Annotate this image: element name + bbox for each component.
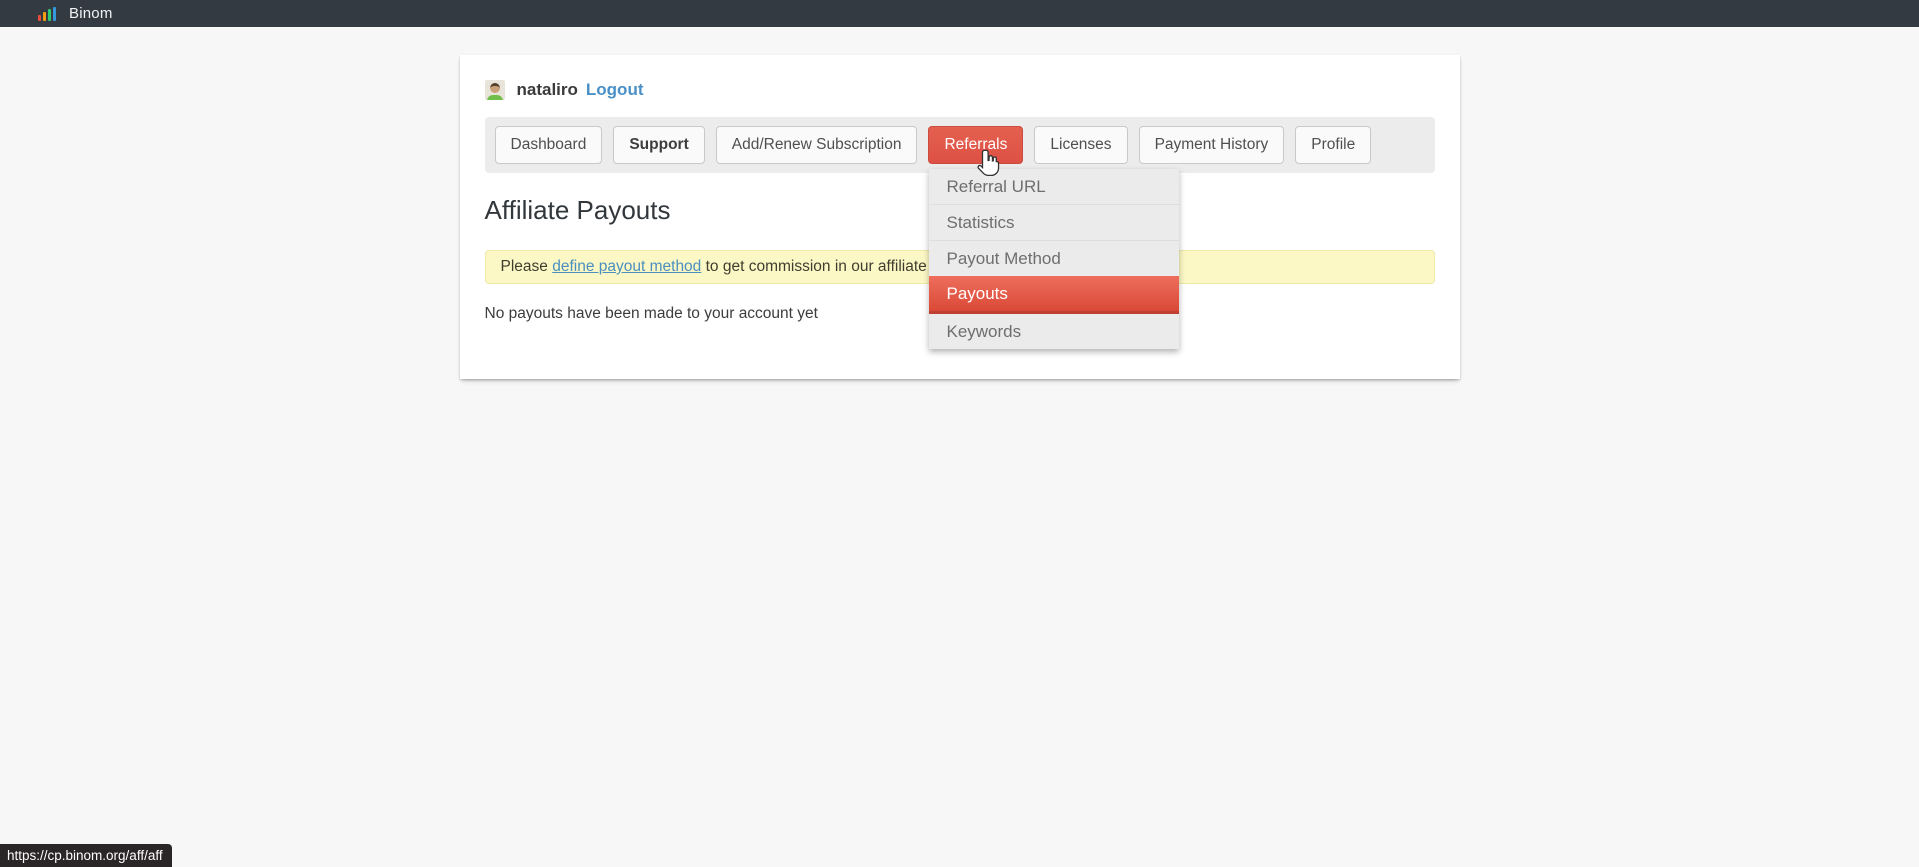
- logo-bar-orange: [43, 12, 46, 21]
- avatar: [485, 80, 505, 100]
- avatar-body: [487, 95, 503, 100]
- logo-bar-blue: [53, 7, 56, 21]
- user-row: nataliro Logout: [485, 79, 1435, 101]
- notice-prefix: Please: [501, 258, 548, 275]
- username: nataliro: [517, 80, 578, 100]
- tab-payment-history[interactable]: Payment History: [1139, 126, 1285, 164]
- tab-support[interactable]: Support: [613, 126, 704, 164]
- main-card: nataliro Logout Dashboard Support Add/Re…: [460, 55, 1460, 379]
- referrals-dropdown-menu: Referral URL Statistics Payout Method Pa…: [929, 169, 1179, 349]
- tab-add-renew-subscription[interactable]: Add/Renew Subscription: [716, 126, 918, 164]
- tab-licenses[interactable]: Licenses: [1034, 126, 1127, 164]
- topbar: Binom: [0, 0, 1919, 27]
- logo-bar-red: [38, 15, 41, 21]
- tab-referrals-label: Referrals: [944, 136, 1007, 153]
- logo-bar-green: [48, 9, 51, 21]
- define-payout-method-link[interactable]: define payout method: [552, 258, 701, 275]
- brand-title: Binom: [69, 5, 113, 22]
- menu-item-keywords[interactable]: Keywords: [929, 314, 1179, 349]
- menu-item-statistics[interactable]: Statistics: [929, 204, 1179, 240]
- logout-link[interactable]: Logout: [586, 80, 644, 100]
- tab-profile[interactable]: Profile: [1295, 126, 1371, 164]
- status-url-tooltip: https://cp.binom.org/aff/aff: [0, 844, 172, 867]
- tab-referrals[interactable]: Referrals Referral URL Statistics Payout…: [928, 126, 1023, 164]
- menu-item-referral-url[interactable]: Referral URL: [929, 169, 1179, 204]
- avatar-head: [490, 83, 500, 93]
- bar-chart-icon: [38, 6, 56, 21]
- menu-item-payouts[interactable]: Payouts: [929, 276, 1179, 314]
- nav-tabs-bar: Dashboard Support Add/Renew Subscription…: [485, 117, 1435, 173]
- tab-dashboard[interactable]: Dashboard: [495, 126, 603, 164]
- menu-item-payout-method[interactable]: Payout Method: [929, 240, 1179, 276]
